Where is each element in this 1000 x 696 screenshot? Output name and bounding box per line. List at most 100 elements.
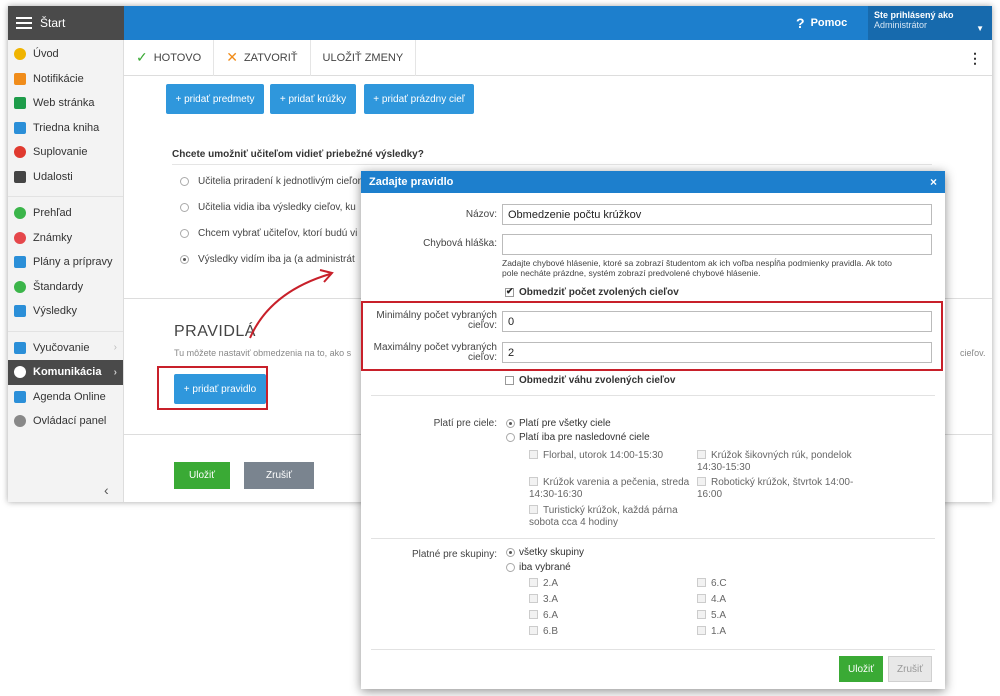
goal-checkbox[interactable]: [529, 477, 538, 486]
save-changes-button[interactable]: ULOŽIŤ ZMENY: [311, 39, 417, 76]
limit-count-checkbox[interactable]: [505, 286, 514, 297]
add-empty-goal-button[interactable]: + pridať prázdny cieľ: [364, 84, 474, 114]
close-label: ZATVORIŤ: [243, 51, 298, 64]
group-checkbox[interactable]: [697, 610, 706, 619]
radio-selected[interactable]: [506, 548, 515, 557]
sidebar-item-label: Agenda Online: [33, 390, 106, 403]
briefcase-icon: [14, 256, 26, 269]
group-checkbox[interactable]: [529, 594, 538, 603]
group-option[interactable]: 2.A: [529, 578, 558, 590]
applies-some-radio-row[interactable]: Platí iba pre nasledovné ciele: [506, 432, 650, 443]
pen-icon: [14, 390, 26, 403]
visibility-option-2[interactable]: Učitelia vidia iba výsledky cieľov, ku: [180, 202, 356, 213]
goal-option[interactable]: Florbal, utorok 14:00-15:30: [529, 450, 689, 462]
group-option[interactable]: 6.C: [697, 578, 727, 590]
sidebar-item-udalosti[interactable]: Udalosti: [8, 165, 123, 190]
applies-some-label: Platí iba pre nasledovné ciele: [519, 432, 650, 443]
dialog-cancel-button[interactable]: Zrušiť: [888, 656, 932, 682]
done-button[interactable]: ✓ HOTOVO: [124, 39, 215, 76]
add-subjects-button[interactable]: + pridať predmety: [166, 84, 264, 114]
goal-checkbox[interactable]: [697, 450, 706, 459]
limit-weight-checkbox[interactable]: [505, 376, 514, 385]
highlight-box-add-rule: [157, 366, 268, 410]
group-option[interactable]: 6.B: [529, 626, 558, 638]
limit-weight-checkbox-row[interactable]: Obmedziť váhu zvolených cieľov: [505, 375, 675, 386]
group-checkbox[interactable]: [529, 626, 538, 635]
radio-selected[interactable]: [506, 419, 515, 428]
close-icon[interactable]: ×: [930, 175, 937, 189]
group-checkbox[interactable]: [697, 594, 706, 603]
goal-label: Florbal, utorok 14:00-15:30: [543, 450, 664, 461]
goal-option[interactable]: Turistický krúžok, každá párna sobota cc…: [529, 505, 689, 529]
help-button[interactable]: ? Pomoc: [796, 15, 847, 31]
group-checkbox[interactable]: [529, 578, 538, 587]
envelope-icon: [14, 72, 26, 85]
sidebar-item-label: Výsledky: [33, 305, 78, 318]
applies-all-radio-row[interactable]: Platí pre všetky ciele: [506, 418, 611, 429]
caret-down-icon: ▼: [976, 24, 984, 33]
group-checkbox[interactable]: [697, 578, 706, 587]
visibility-option-3[interactable]: Chcem vybrať učiteľov, ktorí budú vi: [180, 228, 357, 239]
sidebar-item-agenda[interactable]: Agenda Online: [8, 385, 123, 410]
sidebar-item-vysledky[interactable]: Výsledky: [8, 299, 123, 324]
collapse-sidebar-icon[interactable]: ‹: [104, 482, 109, 498]
goal-checkbox[interactable]: [529, 450, 538, 459]
save-button[interactable]: Uložiť: [174, 462, 230, 489]
error-message-input[interactable]: [502, 234, 932, 255]
close-icon: ✕: [226, 49, 238, 65]
radio[interactable]: [180, 229, 189, 238]
sidebar-item-standardy[interactable]: Štandardy: [8, 275, 123, 300]
goal-option[interactable]: Krúžok šikovných rúk, pondelok 14:30-15:…: [697, 450, 867, 474]
book-icon: [14, 121, 26, 134]
sidebar-item-notifikacie[interactable]: Notifikácie: [8, 67, 123, 92]
add-clubs-button[interactable]: + pridať krúžky: [270, 84, 356, 114]
limit-count-checkbox-row[interactable]: Obmedziť počet zvolených cieľov: [505, 286, 679, 298]
goal-option[interactable]: Krúžok varenia a pečenia, streda 14:30-1…: [529, 477, 695, 501]
groups-some-radio-row[interactable]: iba vybrané: [506, 562, 571, 573]
more-options-icon[interactable]: ⋮: [968, 50, 982, 67]
group-option[interactable]: 4.A: [697, 594, 726, 606]
group-option[interactable]: 5.A: [697, 610, 726, 622]
cancel-button[interactable]: Zrušiť: [244, 462, 314, 489]
start-menu-button[interactable]: Štart: [8, 6, 124, 40]
sidebar-item-vyucovanie[interactable]: Vyučovanie ›: [8, 336, 123, 361]
visibility-option-1[interactable]: Učitelia priradení k jednotlivým cieľom: [180, 176, 366, 187]
close-button[interactable]: ✕ ZATVORIŤ: [214, 39, 311, 76]
radio[interactable]: [506, 433, 515, 442]
sidebar-item-znamky[interactable]: Známky: [8, 226, 123, 251]
home-icon: [14, 97, 26, 110]
sidebar-item-web[interactable]: Web stránka: [8, 91, 123, 116]
goal-checkbox[interactable]: [529, 505, 538, 514]
groups-all-radio-row[interactable]: všetky skupiny: [506, 547, 584, 558]
star-icon: [14, 48, 26, 61]
chat-icon: [14, 366, 26, 379]
sidebar-item-komunikacia[interactable]: Komunikácia ›: [8, 360, 123, 385]
dialog-save-button[interactable]: Uložiť: [839, 656, 883, 682]
group-checkbox[interactable]: [529, 610, 538, 619]
radio[interactable]: [506, 563, 515, 572]
sidebar-item-suplovanie[interactable]: Suplovanie: [8, 140, 123, 165]
option-label: Učitelia vidia iba výsledky cieľov, ku: [198, 202, 356, 213]
group-option[interactable]: 1.A: [697, 626, 726, 638]
radio-selected[interactable]: [180, 255, 189, 264]
group-label: 5.A: [711, 610, 727, 621]
group-option[interactable]: 3.A: [529, 594, 558, 606]
sidebar-item-uvod[interactable]: Úvod: [8, 42, 123, 67]
user-menu[interactable]: Ste prihlásený ako Administrátor ▼: [868, 6, 992, 40]
goal-label: Turistický krúžok, každá párna sobota cc…: [529, 505, 678, 528]
sidebar-item-plany[interactable]: Plány a prípravy: [8, 250, 123, 275]
sidebar-item-triedna-kniha[interactable]: Triedna kniha: [8, 116, 123, 141]
sidebar-item-prehlad[interactable]: Prehľad: [8, 201, 123, 226]
group-checkbox[interactable]: [697, 626, 706, 635]
group-option[interactable]: 6.A: [529, 610, 558, 622]
radio[interactable]: [180, 203, 189, 212]
check-icon: ✓: [136, 49, 148, 65]
goal-checkbox[interactable]: [697, 477, 706, 486]
name-input[interactable]: [502, 204, 932, 225]
goal-option[interactable]: Robotický krúžok, štvrtok 14:00-16:00: [697, 477, 867, 501]
sidebar-item-label: Prehľad: [33, 207, 72, 220]
question-divider: [172, 164, 932, 165]
sidebar-item-ovladaci-panel[interactable]: Ovládací panel: [8, 409, 123, 434]
visibility-question: Chcete umožniť učiteľom vidieť priebežné…: [172, 149, 424, 160]
radio[interactable]: [180, 177, 189, 186]
